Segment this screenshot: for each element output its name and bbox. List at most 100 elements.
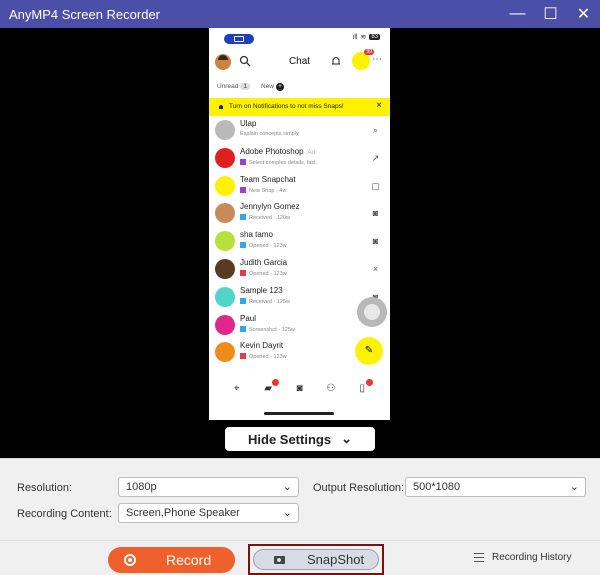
preview-area: ıll ≋ 83 Chat 99 ⋯ Unread 1 New + Turn on … [0, 28, 600, 458]
status-icon [240, 325, 246, 332]
chat-name: Kevin Dayrit [240, 341, 283, 350]
chat-name: Team Snapchat [240, 175, 296, 184]
chat-status-text: Screenshot · 125w [249, 326, 295, 333]
avatar [215, 314, 235, 335]
chat-status: New Snap · 4w [240, 186, 287, 194]
record-icon [124, 554, 136, 566]
chat-row[interactable]: Jennylyn Gomez Received · 120w ◙ [209, 199, 390, 227]
avatar [215, 175, 235, 196]
more-icon[interactable]: ⋯ [372, 54, 382, 65]
chat-name-text: Adobe Photoshop [240, 146, 304, 156]
signal-icon: ıll [352, 33, 358, 41]
resolution-select[interactable]: 1080p ⌄ [118, 477, 299, 497]
row-action-icon[interactable]: ◙ [370, 236, 381, 247]
footer-bar: Record SnapShot Recording History [0, 540, 600, 575]
avatar [215, 231, 235, 252]
chat-header: Chat 99 ⋯ [209, 46, 390, 80]
filter-new[interactable]: New + [261, 83, 285, 91]
row-action-icon[interactable]: ↗ [370, 153, 381, 164]
app-title: AnyMP4 Screen Recorder [9, 6, 161, 22]
chat-name: Paul [240, 314, 256, 323]
record-button[interactable]: Record [108, 547, 235, 573]
chat-status: Opened · 123w [240, 353, 287, 360]
recording-content-label: Recording Content: [17, 508, 112, 520]
chat-name-text: Sample 123 [240, 285, 283, 295]
status-icon [240, 158, 246, 165]
status-icon [240, 269, 246, 276]
filter-unread[interactable]: Unread 1 [217, 83, 250, 90]
chat-status: Received · 125w [240, 297, 290, 305]
notification-banner[interactable]: Turn on Notifications to not miss Snaps!… [209, 98, 390, 116]
chat-row[interactable]: Judith Garcia Opened · 123w × [209, 255, 390, 283]
assistive-touch-button[interactable] [357, 297, 387, 327]
chat-status-text: New Snap · 4w [249, 187, 287, 194]
row-action-icon[interactable]: ◙ [370, 208, 381, 219]
camera-icon[interactable]: ◙ [292, 383, 306, 397]
chat-name: Jennylyn Gomez [240, 202, 300, 211]
snapshot-button[interactable]: SnapShot [253, 549, 379, 570]
chat-name-text: Team Snapchat [240, 174, 296, 184]
row-action-icon[interactable]: × [370, 264, 381, 275]
recording-history-button[interactable]: Recording History [474, 552, 571, 563]
chat-status: Screenshot · 125w [240, 325, 295, 333]
filter-unread-label: Unread [217, 83, 239, 90]
battery-icon: 83 [369, 34, 380, 40]
chat-status: Opened · 123w [240, 269, 287, 277]
chat-name: sha tamo [240, 230, 273, 239]
home-indicator [264, 412, 334, 415]
chat-name: Ulap [240, 119, 256, 128]
chevron-down-icon: ⌄ [341, 431, 352, 446]
friends-icon[interactable]: ⚇ [324, 383, 338, 397]
chat-name: Sample 123 [240, 286, 283, 295]
snapshot-highlight: SnapShot [248, 544, 384, 575]
status-icon [240, 242, 246, 249]
chat-name: Judith Garcia [240, 258, 287, 267]
maximize-button[interactable]: ☐ [534, 0, 567, 28]
chat-row[interactable]: Adobe Photoshop Ad Select complex details,… [209, 144, 390, 172]
chat-name-text: sha tamo [240, 230, 273, 240]
avatar [215, 120, 235, 140]
screen-cast-icon [224, 34, 254, 44]
row-action-icon[interactable]: ▢ [370, 181, 381, 192]
chat-name-text: Kevin Dayrit [240, 341, 284, 351]
unread-count-badge: 1 [240, 83, 250, 90]
record-label: Record [166, 552, 212, 568]
chat-status-text: Received · 120w [249, 215, 290, 222]
recording-content-value: Screen,Phone Speaker [126, 507, 240, 519]
chat-status-text: Opened · 123w [249, 243, 287, 250]
new-chat-button[interactable]: ✎ [355, 337, 383, 365]
avatar [215, 203, 235, 224]
chat-status-text: Explain concepts simply [240, 131, 299, 137]
map-icon[interactable]: ⌖ [230, 383, 244, 397]
chat-row[interactable]: Ulap Explain concepts simply ⌕ [209, 116, 390, 144]
avatar [215, 258, 235, 279]
chevron-down-icon: ⌄ [569, 481, 579, 493]
phone-screen: ıll ≋ 83 Chat 99 ⋯ Unread 1 New + Turn on … [209, 28, 390, 420]
chat-status-text: Opened · 123w [249, 270, 287, 277]
chat-row[interactable]: Team Snapchat New Snap · 4w ▢ [209, 172, 390, 200]
chat-status: Explain concepts simply [240, 131, 299, 137]
close-icon[interactable]: × [376, 100, 382, 111]
chat-name-text: Judith Garcia [240, 257, 288, 267]
output-resolution-label: Output Resolution: [313, 482, 405, 494]
minimize-button[interactable]: — [501, 0, 534, 28]
settings-panel: Resolution: 1080p ⌄ Output Resolution: 5… [0, 458, 600, 540]
chat-icon[interactable]: ▰ [261, 379, 280, 397]
avatar [215, 147, 235, 168]
recording-content-select[interactable]: Screen,Phone Speaker ⌄ [118, 503, 299, 523]
chat-name-text: Paul [240, 313, 257, 323]
hide-settings-button[interactable]: Hide Settings ⌄ [225, 427, 375, 451]
output-resolution-select[interactable]: 500*1080 ⌄ [405, 477, 586, 497]
chat-status: Opened · 123w [240, 242, 287, 249]
add-friend-button[interactable]: 99 [352, 49, 374, 70]
chat-row[interactable]: sha tamo Opened · 123w ◙ [209, 227, 390, 255]
close-button[interactable]: ✕ [567, 0, 600, 28]
recording-history-label: Recording History [492, 552, 572, 563]
bell-icon[interactable] [330, 55, 342, 67]
stories-icon[interactable]: ▯ [355, 379, 374, 397]
row-action-icon[interactable]: ⌕ [370, 125, 381, 136]
snapshot-label: SnapShot [307, 552, 365, 567]
status-icon [240, 186, 246, 193]
resolution-label: Resolution: [17, 482, 73, 494]
resolution-value: 1080p [126, 481, 157, 493]
